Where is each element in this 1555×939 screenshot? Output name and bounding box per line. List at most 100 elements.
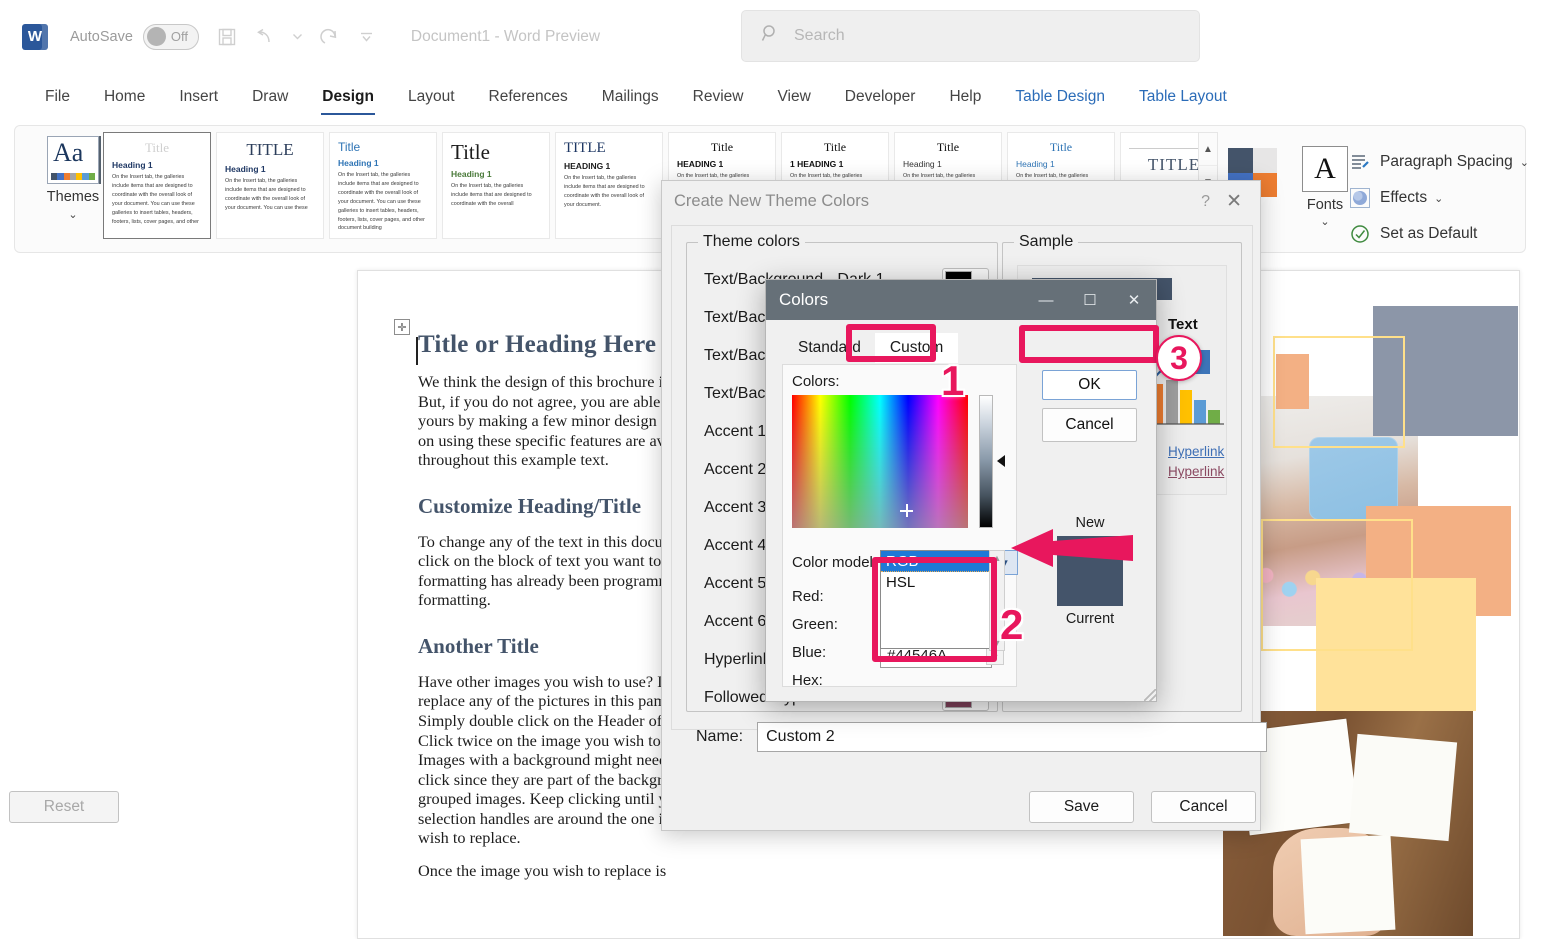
fonts-icon: A <box>1302 146 1348 192</box>
reset-button[interactable]: Reset <box>9 791 119 823</box>
save-icon[interactable] <box>217 27 237 47</box>
ribbon-tab-bar: File Home Insert Draw Design Layout Refe… <box>0 73 1555 121</box>
themes-button[interactable]: Aa Themes ⌄ <box>33 132 113 244</box>
paragraph-spacing-label: Paragraph Spacing <box>1380 153 1513 170</box>
themes-icon: Aa <box>47 136 99 184</box>
tab-insert[interactable]: Insert <box>162 74 235 120</box>
thumb-heading: Heading 1 <box>1016 159 1055 169</box>
tab-developer[interactable]: Developer <box>828 74 933 120</box>
theme-cancel-button[interactable]: Cancel <box>1151 791 1256 823</box>
set-as-default-icon <box>1349 223 1371 245</box>
thumb-title: TITLE <box>246 140 294 159</box>
hex-label: Hex: <box>792 672 823 689</box>
tab-design[interactable]: Design <box>305 74 391 120</box>
redo-icon[interactable] <box>320 27 341 47</box>
tab-draw[interactable]: Draw <box>235 74 305 120</box>
maximize-icon[interactable]: ☐ <box>1068 291 1112 309</box>
theme-name-input[interactable]: Custom 2 <box>757 722 1268 752</box>
tab-references[interactable]: References <box>472 74 585 120</box>
tab-help[interactable]: Help <box>932 74 998 120</box>
search-box[interactable]: Search <box>741 10 1200 62</box>
thumb-body: On the Insert tab, the galleries include… <box>338 172 425 232</box>
document-image-collage[interactable] <box>1223 306 1523 936</box>
thumb-heading: Heading 1 <box>903 159 942 169</box>
set-as-default-button[interactable]: Set as Default <box>1349 216 1555 252</box>
tab-table-design[interactable]: Table Design <box>998 74 1122 120</box>
theme-thumbnail[interactable]: Title Heading 1 On the Insert tab, the g… <box>329 132 437 239</box>
thumb-heading: HEADING 1 <box>564 161 611 171</box>
autosave-label: AutoSave <box>70 28 133 45</box>
sample-followed-hyperlink: Hyperlink <box>1168 464 1225 479</box>
chevron-down-icon[interactable]: ⌄ <box>1520 156 1529 169</box>
theme-thumbnail[interactable]: TITLE HEADING 1 On the Insert tab, the g… <box>555 132 663 239</box>
thumb-title: Title <box>823 140 847 154</box>
chevron-down-icon[interactable]: ⌄ <box>68 208 77 221</box>
undo-dropdown-icon[interactable] <box>292 32 303 41</box>
save-button[interactable]: Save <box>1029 791 1134 823</box>
tab-review[interactable]: Review <box>676 74 761 120</box>
thumb-heading: Heading 1 <box>451 169 492 179</box>
thumb-heading: Heading 1 <box>112 160 153 170</box>
effects-icon <box>1349 187 1371 209</box>
thumb-heading: 1 HEADING 1 <box>790 159 844 169</box>
set-as-default-label: Set as Default <box>1380 225 1478 242</box>
close-icon[interactable]: ✕ <box>1226 190 1260 213</box>
thumb-title: Title <box>710 140 734 154</box>
dialog-title-bar: Create New Theme Colors ? ✕ <box>662 181 1260 222</box>
undo-icon[interactable] <box>254 27 275 47</box>
red-row: Red: <box>792 588 880 605</box>
thumb-title: Title <box>451 140 490 164</box>
tab-view[interactable]: View <box>760 74 827 120</box>
chevron-down-icon[interactable]: ⌄ <box>1320 215 1329 228</box>
quick-access-toolbar <box>217 27 375 47</box>
thumb-title: Title <box>936 140 960 154</box>
colors-dialog-title-bar: Colors — ☐ ✕ <box>766 280 1156 320</box>
design-commands: Paragraph Spacing ⌄ Effects ⌄ Set as Def… <box>1349 144 1555 252</box>
current-label: Current <box>1065 611 1115 627</box>
ok-button[interactable]: OK <box>1042 370 1137 400</box>
thumb-body: On the Insert tab, the galleries include… <box>451 183 532 207</box>
search-placeholder: Search <box>794 27 845 44</box>
dialog-resize-handle[interactable] <box>1144 689 1156 701</box>
table-move-handle-icon[interactable]: ✛ <box>394 319 410 335</box>
close-icon[interactable]: ✕ <box>1112 291 1156 309</box>
theme-row-label: Hyperlink <box>704 651 771 668</box>
theme-thumbnail[interactable]: TITLE Heading 1 On the Insert tab, the g… <box>216 132 324 239</box>
themes-label: Themes <box>46 189 100 205</box>
chevron-down-icon[interactable]: ⌄ <box>1434 192 1443 205</box>
tab-file[interactable]: File <box>28 74 87 120</box>
autosave-toggle[interactable]: Off <box>142 23 199 50</box>
theme-name-row: Name: Custom 2 <box>696 722 1268 752</box>
minimize-icon[interactable]: — <box>1024 292 1068 309</box>
theme-row-label: Accent 6 <box>704 613 767 630</box>
colors-cancel-button[interactable]: Cancel <box>1042 408 1137 442</box>
sample-hyperlink: Hyperlink <box>1168 444 1225 459</box>
gallery-scroll-up-icon[interactable]: ▲ <box>1199 133 1217 166</box>
tab-layout[interactable]: Layout <box>391 74 472 120</box>
customize-quick-access-icon[interactable] <box>358 30 375 44</box>
theme-row-label: Accent 4 <box>704 537 767 554</box>
annotation-box-dropdown-list <box>872 557 997 662</box>
fonts-label: Fonts <box>1306 197 1344 213</box>
paragraph-spacing-button[interactable]: Paragraph Spacing ⌄ <box>1349 144 1555 180</box>
color-gradient-picker[interactable] <box>792 395 968 528</box>
theme-thumbnail[interactable]: Title Heading 1 On the Insert tab, the g… <box>442 132 550 239</box>
thumb-heading: HEADING 1 <box>677 159 724 169</box>
theme-thumbnail[interactable]: Title Heading 1 On the Insert tab, the g… <box>103 132 211 239</box>
annotation-number-2: 2 <box>1000 601 1024 648</box>
luminance-slider[interactable] <box>979 395 993 528</box>
help-question-icon[interactable]: ? <box>1185 193 1226 211</box>
tab-home[interactable]: Home <box>87 74 162 120</box>
tab-table-layout[interactable]: Table Layout <box>1122 74 1244 120</box>
effects-label: Effects <box>1380 189 1428 206</box>
annotation-number-1: 1 <box>941 357 965 404</box>
colors-label: Colors: <box>792 373 840 390</box>
colors-swatch-quadrant <box>1228 148 1253 173</box>
theme-row-label: Accent 1 <box>704 423 767 440</box>
effects-button[interactable]: Effects ⌄ <box>1349 180 1555 216</box>
hex-row: Hex: <box>792 672 880 689</box>
thumb-heading: Heading 1 <box>225 164 266 174</box>
tab-mailings[interactable]: Mailings <box>585 74 676 120</box>
luminance-slider-handle[interactable] <box>997 455 1005 467</box>
colors-swatch-quadrant <box>1252 148 1277 173</box>
